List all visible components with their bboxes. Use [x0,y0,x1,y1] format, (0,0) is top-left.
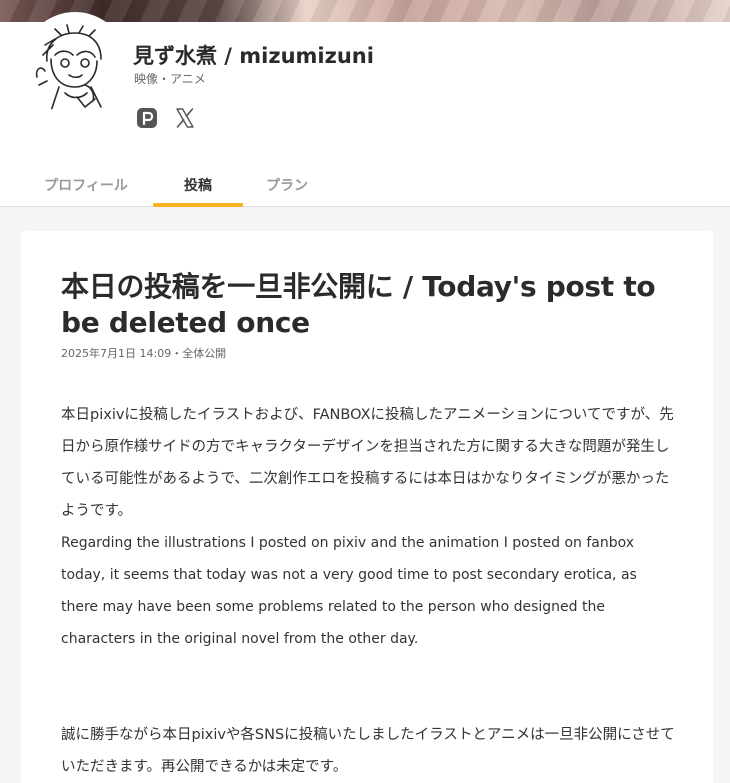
post-body: 本日pixivに投稿したイラストおよび、FANBOXに投稿したアニメーションにつ… [61,399,677,783]
x-link[interactable] [173,106,197,130]
cover-image [0,0,730,22]
creator-name[interactable]: 見ず水煮 / mizumizuni [133,40,374,70]
creator-avatar[interactable] [22,12,128,118]
pixiv-icon [137,108,157,128]
avatar-sketch-icon [35,24,104,112]
post-meta: 2025年7月1日 14:09・全体公開 [61,347,227,360]
tab-posts[interactable]: 投稿 [153,162,243,207]
post-paragraph-en: Regarding the illustrations I posted on … [61,535,637,647]
post-card: 本日の投稿を一旦非公開に / Today's post to be delete… [21,231,713,783]
creator-category: 映像・アニメ [134,72,206,86]
x-icon [176,108,194,128]
post-paragraph-ja-2: 誠に勝手ながら本日pixivや各SNSに投稿いたしましたイラストとアニメは一旦非… [61,727,675,775]
post-paragraph-ja: 本日pixivに投稿したイラストおよび、FANBOXに投稿したアニメーションにつ… [61,407,674,519]
tab-profile[interactable]: プロフィール [30,162,142,207]
creator-header: 見ず水煮 / mizumizuni 映像・アニメ プロフィール 投稿 プラン [0,12,730,207]
active-tab-indicator [153,203,243,207]
pixiv-link[interactable] [135,106,159,130]
creator-tabs: プロフィール 投稿 プラン [0,162,730,207]
tab-plans[interactable]: プラン [243,162,331,207]
post-title: 本日の投稿を一旦非公開に / Today's post to be delete… [61,270,656,339]
